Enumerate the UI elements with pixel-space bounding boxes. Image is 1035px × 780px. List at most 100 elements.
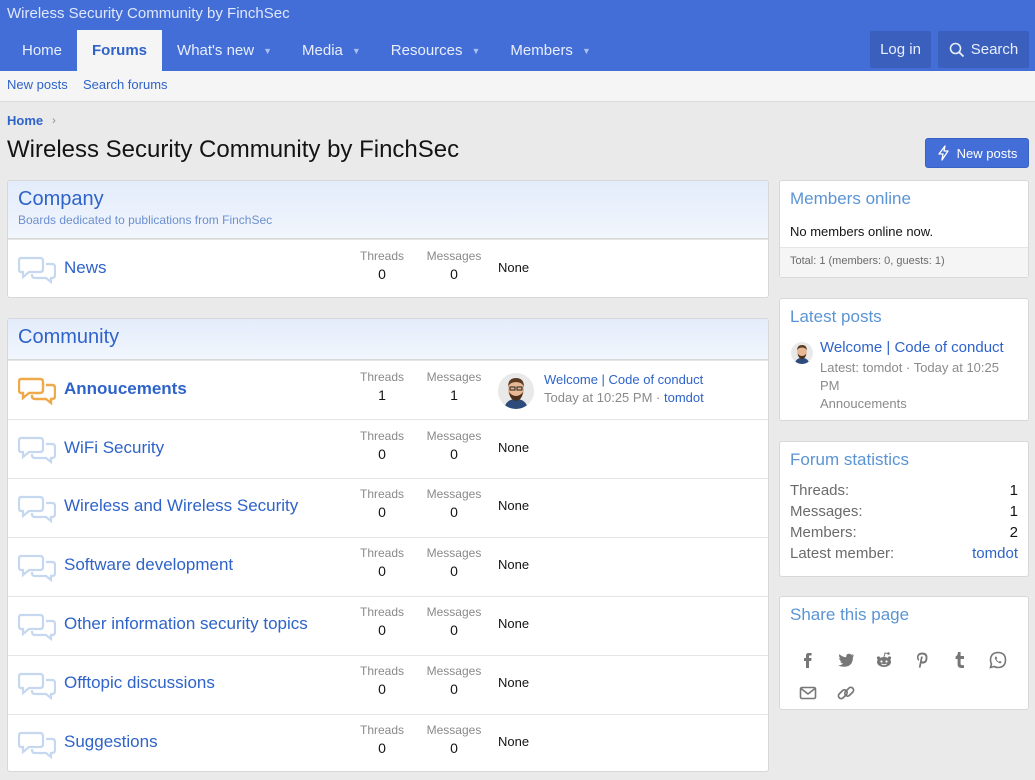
pinterest-icon[interactable] <box>912 643 950 676</box>
stat-row-threads: Threads: 1 <box>790 482 1018 503</box>
last-post-none: None <box>498 616 530 631</box>
forum-node-software-development: Software development Threads 0 Messages 0 … <box>8 537 768 596</box>
messages-stat: Messages 0 <box>424 487 484 520</box>
email-icon[interactable] <box>798 676 836 709</box>
widget-title[interactable]: Latest posts <box>780 299 1028 327</box>
caret-down-icon[interactable]: ▼ <box>263 46 272 56</box>
widget-title[interactable]: Members online <box>780 181 1028 209</box>
forum-read-icon <box>18 436 56 464</box>
stat-label: Threads <box>359 487 405 501</box>
category-community: Community Annoucements Threads 1 Messages… <box>7 318 769 772</box>
forum-node-wireless: Wireless and Wireless Security Threads 0 … <box>8 478 768 537</box>
forum-read-icon <box>18 613 56 641</box>
stat-value: 0 <box>378 563 386 579</box>
forum-title[interactable]: News <box>64 258 107 278</box>
widget-footer: Total: 1 (members: 0, guests: 1) <box>780 247 1028 277</box>
forum-title[interactable]: Software development <box>64 555 233 575</box>
threads-stat: Threads 0 <box>352 546 412 579</box>
forum-node-wifi-security: WiFi Security Threads 0 Messages 0 None <box>8 419 768 478</box>
threads-stat: Threads 0 <box>352 605 412 638</box>
tab-resources[interactable]: Resources ▼ <box>376 30 496 71</box>
stat-value: 0 <box>378 740 386 756</box>
tumblr-icon[interactable] <box>950 643 988 676</box>
category-title[interactable]: Community <box>18 326 758 349</box>
forum-title[interactable]: Annoucements <box>64 379 187 399</box>
threads-stat: Threads 1 <box>352 370 412 403</box>
last-post-none: None <box>498 734 530 749</box>
category-title[interactable]: Company <box>18 188 758 211</box>
forum-title[interactable]: Offtopic discussions <box>64 673 215 693</box>
twitter-icon[interactable] <box>836 643 874 676</box>
messages-stat: Messages 0 <box>424 249 484 282</box>
new-posts-button-label: New posts <box>956 145 1018 161</box>
site-header: Wireless Security Community by FinchSec … <box>0 0 1035 71</box>
stat-label: Messages <box>426 546 482 560</box>
stat-label: Messages <box>426 429 482 443</box>
forum-title[interactable]: Other information security topics <box>64 614 308 634</box>
members-online-widget: Members online No members online now. To… <box>779 180 1029 278</box>
link-icon[interactable] <box>836 676 874 709</box>
last-post-time[interactable]: Today at 10:25 PM <box>544 390 652 405</box>
forum-title[interactable]: WiFi Security <box>64 438 164 458</box>
forum-unread-icon <box>18 377 56 405</box>
last-post-none: None <box>498 440 530 455</box>
caret-down-icon[interactable]: ▼ <box>352 46 361 56</box>
stat-label: Threads <box>359 664 405 678</box>
facebook-icon[interactable] <box>798 643 836 676</box>
messages-stat: Messages 1 <box>424 370 484 403</box>
stat-label: Messages <box>426 664 482 678</box>
forum-title[interactable]: Wireless and Wireless Security <box>64 496 298 516</box>
new-posts-button[interactable]: New posts <box>925 138 1029 168</box>
tab-whats-new[interactable]: What's new ▼ <box>162 30 287 71</box>
stat-value: 0 <box>450 563 458 579</box>
stat-label: Messages <box>426 487 482 501</box>
last-post-none: None <box>498 260 530 275</box>
tab-home[interactable]: Home <box>7 30 77 71</box>
threads-stat: Threads 0 <box>352 249 412 282</box>
latest-post-title[interactable]: Welcome | Code of conduct <box>820 339 1004 356</box>
tab-members[interactable]: Members ▼ <box>495 30 605 71</box>
messages-stat: Messages 0 <box>424 546 484 579</box>
stat-label: Threads: <box>790 482 850 499</box>
avatar[interactable] <box>791 342 813 364</box>
stat-row-latest-member: Latest member: tomdot <box>790 545 1018 566</box>
stat-row-members: Members: 2 <box>790 524 1018 545</box>
last-post-user[interactable]: tomdot <box>664 390 704 405</box>
forum-title[interactable]: Suggestions <box>64 732 158 752</box>
login-button[interactable]: Log in <box>870 31 931 68</box>
latest-post-meta-line2: PM <box>820 378 840 393</box>
avatar-image <box>791 342 813 364</box>
messages-stat: Messages 0 <box>424 723 484 756</box>
tab-media[interactable]: Media ▼ <box>287 30 376 71</box>
category-company: Company Boards dedicated to publications… <box>7 180 769 298</box>
search-button-label: Search <box>970 41 1019 58</box>
caret-down-icon[interactable]: ▼ <box>582 46 591 56</box>
latest-post-meta: Latest: tomdot · Today at 10:25 PM Annou… <box>820 359 999 413</box>
latest-member-link[interactable]: tomdot <box>972 545 1018 566</box>
threads-stat: Threads 0 <box>352 664 412 697</box>
category-header: Community <box>8 319 768 360</box>
widget-title: Share this page <box>790 605 910 624</box>
site-title[interactable]: Wireless Security Community by FinchSec <box>7 5 290 22</box>
widget-title[interactable]: Forum statistics <box>780 442 1028 470</box>
forum-node-other-infosec: Other information security topics Thread… <box>8 596 768 655</box>
caret-down-icon[interactable]: ▼ <box>472 46 481 56</box>
latest-post-forum[interactable]: Annoucements <box>820 395 999 413</box>
meta-separator: · <box>656 390 661 405</box>
search-forums-link[interactable]: Search forums <box>83 77 168 92</box>
reddit-icon[interactable] <box>874 643 912 676</box>
latest-posts-widget: Latest posts Welcome | Code of conduct L… <box>779 298 1029 421</box>
tab-forums[interactable]: Forums <box>77 30 163 71</box>
stat-value: 0 <box>378 681 386 697</box>
search-button[interactable]: Search <box>938 31 1029 68</box>
tab-media-label: Media <box>302 42 343 59</box>
share-icons <box>798 643 1035 709</box>
new-posts-link[interactable]: New posts <box>7 77 68 92</box>
last-post-title[interactable]: Welcome | Code of conduct <box>544 372 703 387</box>
main-nav: Home Forums What's new ▼ Media ▼ Resources… <box>7 30 606 71</box>
breadcrumb-home[interactable]: Home <box>7 113 43 128</box>
forum-node-offtopic: Offtopic discussions Threads 0 Messages 0 … <box>8 655 768 714</box>
stat-label: Threads <box>359 429 405 443</box>
whatsapp-icon[interactable] <box>988 643 1026 676</box>
avatar[interactable] <box>498 373 534 409</box>
